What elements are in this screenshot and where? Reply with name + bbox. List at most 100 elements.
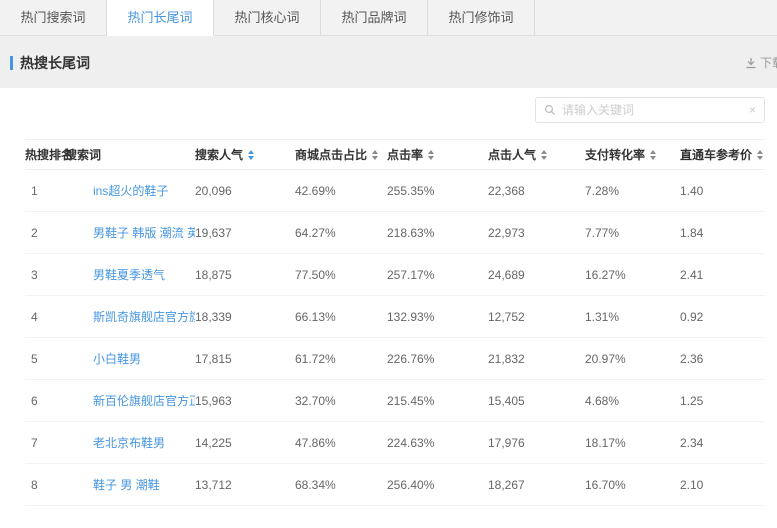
- click-popularity-cell: 17,976: [488, 422, 585, 464]
- ztc-reference-price-cell: 2.36: [680, 338, 765, 380]
- mall-click-ratio-cell: 77.50%: [295, 254, 387, 296]
- click-popularity-cell: 21,832: [488, 338, 585, 380]
- rank-cell: 5: [25, 338, 65, 380]
- tab-bar: 热门搜索词 热门长尾词 热门核心词 热门品牌词 热门修饰词: [0, 0, 777, 36]
- col-header-keyword: 搜索词: [65, 140, 195, 170]
- sort-caret-icon: [372, 150, 378, 160]
- tab-hot-brand-words[interactable]: 热门品牌词: [321, 0, 428, 35]
- keyword-cell: 新百伦旗舰店官方正品: [65, 380, 195, 422]
- col-header-ztc-reference-price[interactable]: 直通车参考价: [680, 140, 765, 170]
- tab-hot-search-words[interactable]: 热门搜索词: [0, 0, 107, 35]
- col-header-click-rate[interactable]: 点击率: [387, 140, 488, 170]
- keyword-cell: 男鞋子 韩版 潮流 英...: [65, 212, 195, 254]
- search-popularity-cell: 18,339: [195, 296, 295, 338]
- search-icon: [544, 104, 556, 116]
- payment-conversion-cell: 7.28%: [585, 170, 680, 212]
- keyword-link[interactable]: 老北京布鞋男: [93, 436, 165, 450]
- click-rate-cell: 255.35%: [387, 170, 488, 212]
- col-label: 点击人气: [488, 148, 536, 162]
- keyword-link[interactable]: 小白鞋男: [93, 352, 141, 366]
- keyword-cell: ins超火的鞋子: [65, 170, 195, 212]
- search-popularity-cell: 13,712: [195, 464, 295, 506]
- table-row: 1 ins超火的鞋子 20,096 42.69% 255.35% 22,368 …: [25, 170, 765, 212]
- payment-conversion-cell: 16.27%: [585, 254, 680, 296]
- table-row: 5 小白鞋男 17,815 61.72% 226.76% 21,832 20.9…: [25, 338, 765, 380]
- col-header-mall-click-ratio[interactable]: 商城点击占比: [295, 140, 387, 170]
- mall-click-ratio-cell: 64.27%: [295, 212, 387, 254]
- mall-click-ratio-cell: 47.86%: [295, 422, 387, 464]
- keyword-link[interactable]: 男鞋夏季透气: [93, 268, 165, 282]
- content-panel: × 热搜排名 搜索词 搜索人气 商城点击占比: [0, 88, 777, 528]
- keyword-link[interactable]: ins超火的鞋子: [93, 184, 168, 198]
- payment-conversion-cell: 16.70%: [585, 464, 680, 506]
- sort-caret-icon: [650, 150, 656, 160]
- payment-conversion-cell: 1.31%: [585, 296, 680, 338]
- ztc-reference-price-cell: 2.41: [680, 254, 765, 296]
- ztc-reference-price-cell: 1.40: [680, 170, 765, 212]
- search-popularity-cell: 18,875: [195, 254, 295, 296]
- rank-cell: 3: [25, 254, 65, 296]
- col-header-click-popularity[interactable]: 点击人气: [488, 140, 585, 170]
- click-rate-cell: 256.40%: [387, 464, 488, 506]
- table-header-row: 热搜排名 搜索词 搜索人气 商城点击占比 点击率 点击人气 支: [25, 140, 765, 170]
- mall-click-ratio-cell: 61.72%: [295, 338, 387, 380]
- rank-cell: 6: [25, 380, 65, 422]
- keyword-table-wrap: 热搜排名 搜索词 搜索人气 商城点击占比 点击率 点击人气 支: [0, 88, 777, 506]
- keyword-cell: 小白鞋男: [65, 338, 195, 380]
- rank-cell: 1: [25, 170, 65, 212]
- col-header-payment-conversion[interactable]: 支付转化率: [585, 140, 680, 170]
- sort-caret-icon: [428, 150, 434, 160]
- download-label: 下载: [760, 54, 777, 71]
- download-button[interactable]: 下载: [745, 54, 777, 71]
- click-popularity-cell: 12,752: [488, 296, 585, 338]
- page-title: 热搜长尾词: [10, 53, 90, 73]
- click-popularity-cell: 22,368: [488, 170, 585, 212]
- col-label: 点击率: [387, 148, 423, 162]
- click-rate-cell: 132.93%: [387, 296, 488, 338]
- tab-hot-longtail-words[interactable]: 热门长尾词: [107, 0, 214, 36]
- rank-cell: 4: [25, 296, 65, 338]
- payment-conversion-cell: 4.68%: [585, 380, 680, 422]
- click-popularity-cell: 22,973: [488, 212, 585, 254]
- search-input[interactable]: [562, 103, 743, 117]
- page-title-text: 热搜长尾词: [20, 53, 90, 73]
- section-header: 热搜长尾词 下载: [0, 36, 777, 88]
- search-popularity-cell: 14,225: [195, 422, 295, 464]
- click-rate-cell: 257.17%: [387, 254, 488, 296]
- click-popularity-cell: 18,267: [488, 464, 585, 506]
- table-row: 2 男鞋子 韩版 潮流 英... 19,637 64.27% 218.63% 2…: [25, 212, 765, 254]
- tab-hot-core-words[interactable]: 热门核心词: [214, 0, 321, 35]
- table-row: 4 斯凯奇旗舰店官方旗舰 18,339 66.13% 132.93% 12,75…: [25, 296, 765, 338]
- col-label: 商城点击占比: [295, 148, 367, 162]
- table-row: 3 男鞋夏季透气 18,875 77.50% 257.17% 24,689 16…: [25, 254, 765, 296]
- keyword-cell: 男鞋夏季透气: [65, 254, 195, 296]
- keyword-cell: 老北京布鞋男: [65, 422, 195, 464]
- mall-click-ratio-cell: 42.69%: [295, 170, 387, 212]
- keyword-link[interactable]: 鞋子 男 潮鞋: [93, 478, 160, 492]
- keyword-link[interactable]: 斯凯奇旗舰店官方旗舰: [93, 310, 195, 324]
- mall-click-ratio-cell: 66.13%: [295, 296, 387, 338]
- table-body: 1 ins超火的鞋子 20,096 42.69% 255.35% 22,368 …: [25, 170, 765, 506]
- rank-cell: 7: [25, 422, 65, 464]
- click-rate-cell: 215.45%: [387, 380, 488, 422]
- click-popularity-cell: 15,405: [488, 380, 585, 422]
- keyword-link[interactable]: 男鞋子 韩版 潮流 英...: [93, 226, 195, 240]
- click-rate-cell: 226.76%: [387, 338, 488, 380]
- sort-caret-icon: [541, 150, 547, 160]
- table-row: 6 新百伦旗舰店官方正品 15,963 32.70% 215.45% 15,40…: [25, 380, 765, 422]
- search-popularity-cell: 15,963: [195, 380, 295, 422]
- click-rate-cell: 224.63%: [387, 422, 488, 464]
- mall-click-ratio-cell: 32.70%: [295, 380, 387, 422]
- rank-cell: 8: [25, 464, 65, 506]
- keyword-link[interactable]: 新百伦旗舰店官方正品: [93, 394, 195, 408]
- col-header-search-popularity[interactable]: 搜索人气: [195, 140, 295, 170]
- payment-conversion-cell: 18.17%: [585, 422, 680, 464]
- col-label: 支付转化率: [585, 148, 645, 162]
- download-icon: [745, 57, 757, 69]
- keyword-cell: 鞋子 男 潮鞋: [65, 464, 195, 506]
- clear-icon[interactable]: ×: [743, 103, 756, 117]
- keyword-cell: 斯凯奇旗舰店官方旗舰: [65, 296, 195, 338]
- ztc-reference-price-cell: 1.84: [680, 212, 765, 254]
- tab-hot-modifier-words[interactable]: 热门修饰词: [428, 0, 535, 35]
- table-row: 7 老北京布鞋男 14,225 47.86% 224.63% 17,976 18…: [25, 422, 765, 464]
